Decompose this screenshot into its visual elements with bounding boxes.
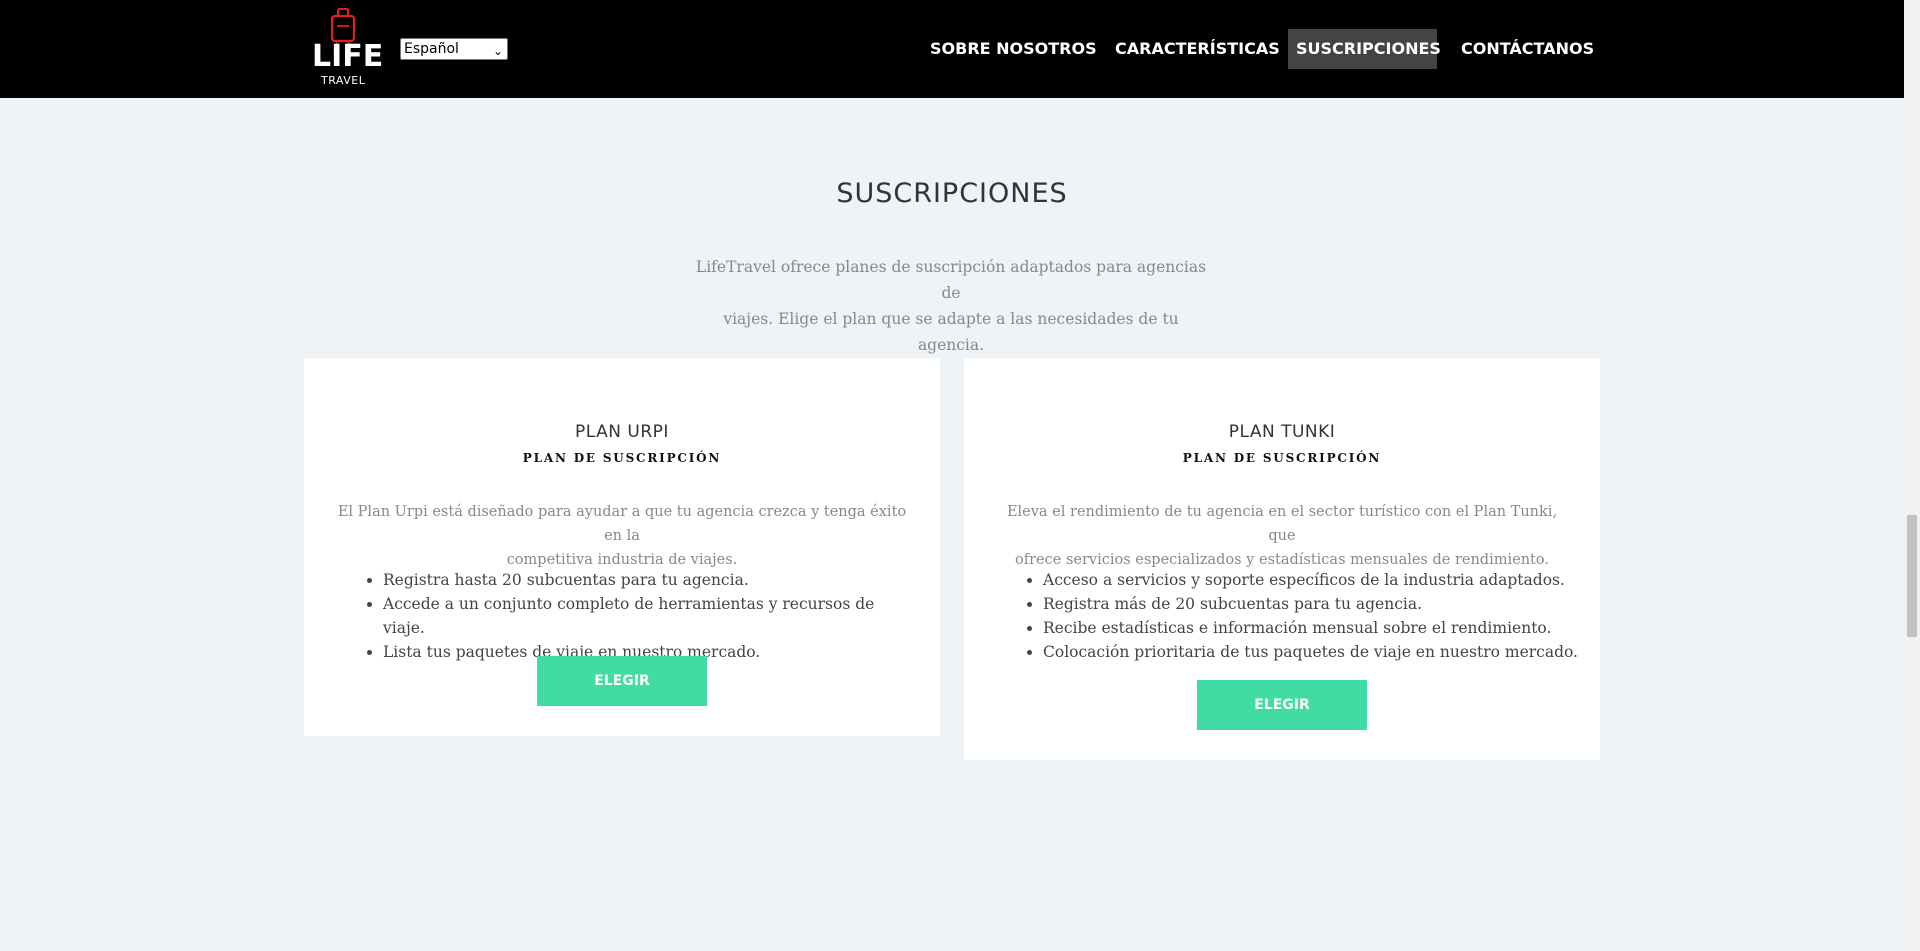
plan-feature-item: Accede a un conjunto completo de herrami… xyxy=(383,592,920,640)
plan-subtitle: PLAN DE SUSCRIPCIÓN xyxy=(1182,451,1382,465)
nav-item-sobre-nosotros[interactable]: SOBRE NOSOTROS xyxy=(922,29,1105,69)
plan-feature-item: Recibe estadísticas e información mensua… xyxy=(1043,616,1580,640)
page-scrollbar[interactable] xyxy=(1904,0,1920,951)
plan-features-list: Acceso a servicios y soporte específicos… xyxy=(1025,568,1580,664)
nav-item-contactanos[interactable]: CONTÁCTANOS xyxy=(1453,29,1602,69)
logo-subword: TRAVEL xyxy=(321,74,366,87)
plan-title: PLAN TUNKI xyxy=(1228,422,1336,442)
plan-feature-item: Registra más de 20 subcuentas para tu ag… xyxy=(1043,592,1580,616)
plan-description: Eleva el rendimiento de tu agencia en el… xyxy=(994,500,1570,572)
section-description-line: LifeTravel ofrece planes de suscripción … xyxy=(695,258,1207,302)
section-description: LifeTravel ofrece planes de suscripción … xyxy=(690,254,1212,358)
plan-description-line: Eleva el rendimiento de tu agencia en el… xyxy=(1006,504,1558,544)
chevron-down-icon: ⌄ xyxy=(492,44,503,58)
plan-subtitle: PLAN DE SUSCRIPCIÓN xyxy=(522,451,722,465)
logo-word: LIFE xyxy=(312,39,384,74)
choose-tunki-button[interactable]: ELEGIR xyxy=(1197,680,1367,730)
plan-feature-item: Acceso a servicios y soporte específicos… xyxy=(1043,568,1580,592)
top-navbar: LIFE TRAVEL Español ⌄ SOBRE NOSOTROS CAR… xyxy=(0,0,1904,98)
plan-card-tunki: PLAN TUNKI PLAN DE SUSCRIPCIÓN Eleva el … xyxy=(964,358,1600,760)
lifetravel-logo[interactable]: LIFE TRAVEL xyxy=(309,8,384,90)
section-description-line: viajes. Elige el plan que se adapte a la… xyxy=(723,310,1179,354)
language-select[interactable]: Español ⌄ xyxy=(400,38,508,60)
plan-card-urpi: PLAN URPI PLAN DE SUSCRIPCIÓN El Plan Ur… xyxy=(304,358,940,736)
plan-title: PLAN URPI xyxy=(575,422,669,442)
plan-feature-item: Registra hasta 20 subcuentas para tu age… xyxy=(383,568,920,592)
section-title: SUSCRIPCIONES xyxy=(836,178,1068,209)
plan-description-line: El Plan Urpi está diseñado para ayudar a… xyxy=(337,504,907,544)
plan-features-list: Registra hasta 20 subcuentas para tu age… xyxy=(365,568,920,664)
plan-feature-item: Colocación prioritaria de tus paquetes d… xyxy=(1043,640,1580,664)
choose-urpi-button[interactable]: ELEGIR xyxy=(537,656,707,706)
nav-item-suscripciones[interactable]: SUSCRIPCIONES xyxy=(1288,29,1441,69)
language-select-value: Español xyxy=(404,41,459,57)
nav-item-caracteristicas[interactable]: CARACTERÍSTICAS xyxy=(1107,29,1288,69)
scrollbar-thumb[interactable] xyxy=(1907,515,1917,637)
plan-description: El Plan Urpi está diseñado para ayudar a… xyxy=(334,500,910,572)
